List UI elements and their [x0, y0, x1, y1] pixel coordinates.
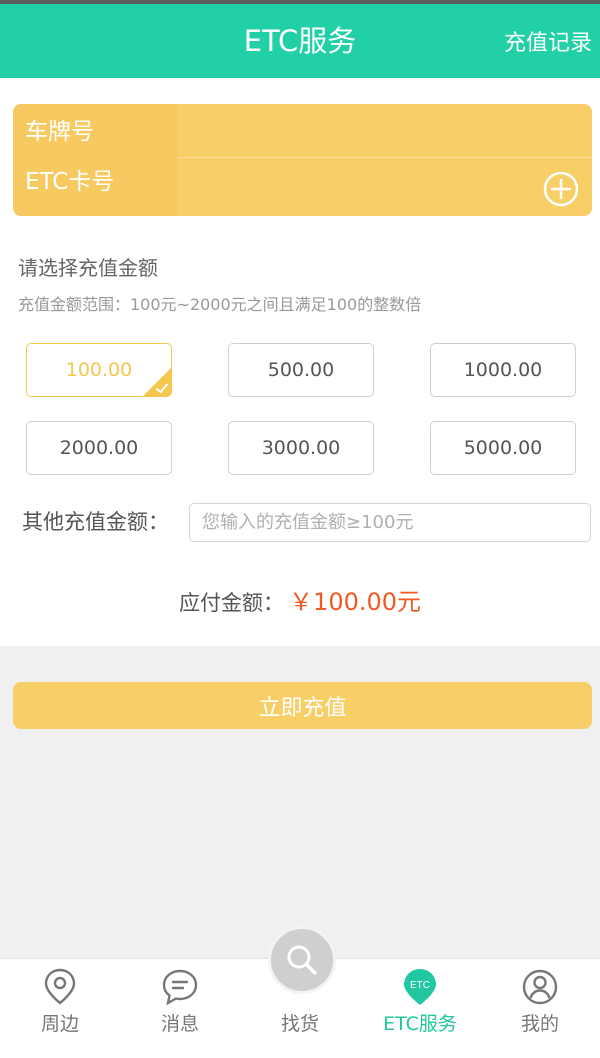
search-icon: [287, 945, 317, 975]
header: ETC服务 充值记录: [0, 4, 600, 78]
payable-value: ￥100.00元: [289, 588, 422, 616]
add-card-icon[interactable]: [543, 171, 579, 207]
nav-item-label: ETC服务: [383, 1013, 457, 1035]
etc-icon-text: ETC: [410, 980, 430, 991]
etc-card-label: ETC卡号: [25, 169, 115, 195]
other-amount-input[interactable]: [189, 503, 591, 542]
amount-option-label: 500.00: [267, 359, 335, 381]
etc-icon: ETC: [404, 969, 436, 1005]
nav-item-label: 找货: [280, 1013, 319, 1035]
nav-item-nearby[interactable]: 周边: [0, 959, 120, 1058]
card-divider: [178, 157, 592, 158]
user-profile-icon: [522, 969, 558, 1005]
amount-option[interactable]: 1000.00: [430, 343, 576, 397]
amount-option-label: 5000.00: [463, 437, 543, 459]
amount-section-title: 请选择充值金额: [18, 256, 158, 280]
nav-item-etc-service[interactable]: ETC ETC服务: [360, 959, 480, 1058]
payable-label: 应付金额：: [178, 591, 284, 615]
amount-option-label: 3000.00: [261, 437, 341, 459]
plate-number-label: 车牌号: [25, 119, 94, 145]
amount-option[interactable]: 3000.00: [228, 421, 374, 475]
nav-item-messages[interactable]: 消息: [120, 959, 240, 1058]
other-amount-label: 其他充值金额：: [22, 510, 169, 534]
amount-option-label: 1000.00: [463, 359, 543, 381]
find-cargo-search-button[interactable]: [268, 926, 336, 994]
chat-bubble-icon: [162, 969, 198, 1006]
location-pin-icon: [44, 968, 76, 1005]
nav-item-label: 我的: [520, 1013, 559, 1035]
nav-item-label: 周边: [40, 1013, 79, 1035]
recharge-history-link[interactable]: 充值记录: [504, 30, 592, 58]
amount-option-label: 100.00: [65, 359, 133, 381]
recharge-now-button[interactable]: 立即充值: [13, 682, 592, 729]
amount-option[interactable]: 2000.00: [26, 421, 172, 475]
nav-item-label: 消息: [160, 1013, 199, 1035]
payable-amount-row: 应付金额： ￥100.00元: [0, 586, 600, 621]
amount-option[interactable]: 500.00: [228, 343, 374, 397]
vehicle-card: 车牌号 ETC卡号: [13, 104, 592, 216]
amount-option[interactable]: 5000.00: [430, 421, 576, 475]
nav-item-profile[interactable]: 我的: [480, 959, 600, 1058]
amount-option[interactable]: 100.00: [26, 343, 172, 397]
check-icon: [155, 383, 169, 394]
amount-range-hint: 充值金额范围：100元~2000元之间且满足100的整数倍: [18, 295, 422, 314]
amount-option-label: 2000.00: [59, 437, 139, 459]
